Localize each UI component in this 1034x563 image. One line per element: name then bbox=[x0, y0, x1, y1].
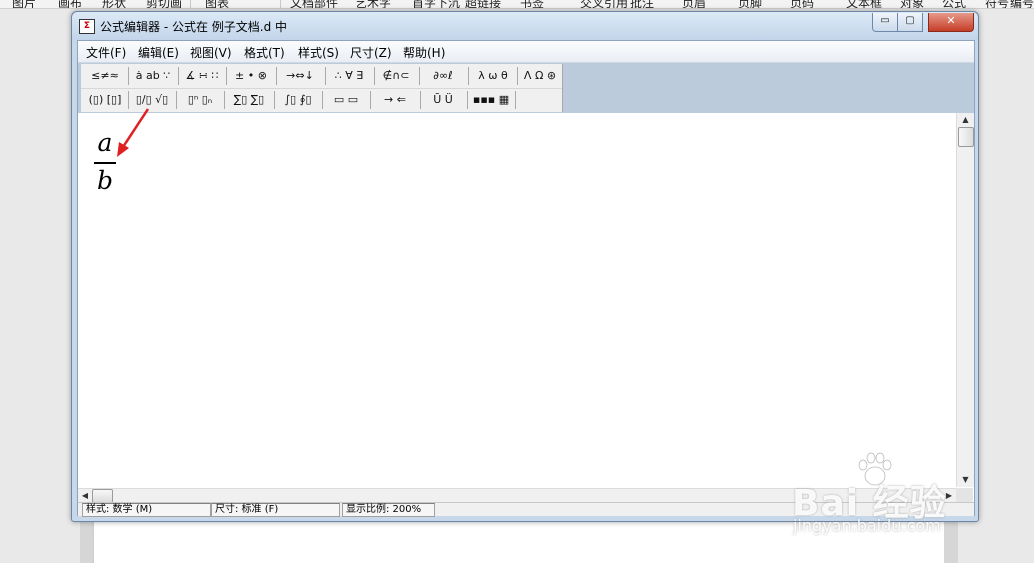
host-ribbon-item[interactable]: 文本框 bbox=[846, 0, 882, 8]
host-ribbon-item[interactable]: 页眉 bbox=[682, 0, 706, 8]
embellishments-button[interactable]: ∡ ∺ ∷ bbox=[181, 67, 223, 85]
menu-bar: 文件(F) 编辑(E) 视图(V) 格式(T) 样式(S) 尺寸(Z) 帮助(H… bbox=[78, 41, 974, 63]
host-ribbon-item[interactable]: 书签 bbox=[520, 0, 544, 8]
summation-templates-button[interactable]: ∑▯ ∑▯ bbox=[227, 91, 271, 109]
equation-editing-area[interactable]: a b bbox=[78, 113, 956, 488]
relation-symbols-button[interactable]: ≤≠≈ bbox=[85, 67, 125, 85]
host-ribbon-item[interactable]: 公式 bbox=[942, 0, 966, 8]
scrollbar-corner bbox=[956, 488, 973, 502]
toolbar-divider bbox=[178, 67, 179, 85]
status-zoom: 显示比例: 200% bbox=[342, 503, 435, 517]
toolbar-divider bbox=[515, 91, 516, 109]
toolbar-divider bbox=[468, 67, 469, 85]
watermark-site: jingyan.baidu.com bbox=[793, 516, 941, 535]
toolbar-divider bbox=[325, 67, 326, 85]
host-doc-gutter-right bbox=[944, 520, 958, 563]
fraction-bar bbox=[94, 162, 116, 164]
toolbar-divider bbox=[322, 91, 323, 109]
vertical-scroll-thumb[interactable] bbox=[958, 127, 974, 147]
annotation-arrow-shaft bbox=[121, 108, 150, 148]
matrix-templates-button[interactable]: ▪▪▪ ▦ bbox=[470, 91, 512, 109]
host-ribbon-item[interactable]: 图片 bbox=[12, 0, 36, 8]
logical-symbols-button[interactable]: ∴ ∀ ∃ bbox=[327, 67, 371, 85]
host-ribbon-divider bbox=[190, 0, 191, 8]
horizontal-scroll-thumb[interactable] bbox=[92, 489, 113, 503]
menu-view[interactable]: 视图(V) bbox=[190, 44, 232, 61]
bar-templates-button[interactable]: ▭ ▭ bbox=[325, 91, 367, 109]
host-ribbon-item[interactable]: 形状 bbox=[102, 0, 126, 8]
greek-uppercase-button[interactable]: Λ Ω ⊛ bbox=[519, 67, 561, 85]
host-doc-gutter-left bbox=[80, 520, 94, 563]
toolbar-divider bbox=[176, 91, 177, 109]
annotation-arrow-icon bbox=[117, 108, 150, 157]
labeled-arrow-button[interactable]: → ⇐ bbox=[373, 91, 417, 109]
host-ribbon-item[interactable]: 批注 bbox=[630, 0, 654, 8]
arrow-symbols-button[interactable]: →⇔↓ bbox=[278, 67, 322, 85]
menu-style[interactable]: 样式(S) bbox=[298, 44, 339, 61]
toolbar-row-symbols: ≤≠≈ ȧ ab ∵ ∡ ∺ ∷ ± • ⊗ →⇔↓ ∴ ∀ ∃ ∉∩⊂ ∂∞ℓ bbox=[81, 64, 562, 89]
title-bar[interactable]: Σ 公式编辑器 - 公式在 例子文档.d 中 ▭ ▢ ✕ bbox=[72, 12, 978, 40]
fraction-numerator[interactable]: a bbox=[94, 128, 116, 157]
status-size: 尺寸: 标准 (F) bbox=[211, 503, 340, 517]
menu-size[interactable]: 尺寸(Z) bbox=[350, 44, 392, 61]
integral-templates-button[interactable]: ∫▯ ∮▯ bbox=[277, 91, 319, 109]
toolbar-divider bbox=[128, 67, 129, 85]
toolbar-divider bbox=[224, 91, 225, 109]
window-client-area: 文件(F) 编辑(E) 视图(V) 格式(T) 样式(S) 尺寸(Z) 帮助(H… bbox=[77, 40, 975, 517]
greek-lowercase-button[interactable]: λ ω θ bbox=[471, 67, 515, 85]
host-ribbon-item[interactable]: 交叉引用 bbox=[580, 0, 628, 8]
equation-toolbar: ≤≠≈ ȧ ab ∵ ∡ ∺ ∷ ± • ⊗ →⇔↓ ∴ ∀ ∃ ∉∩⊂ ∂∞ℓ bbox=[81, 64, 563, 112]
toolbar-divider bbox=[467, 91, 468, 109]
host-ribbon-item[interactable]: 页码 bbox=[790, 0, 814, 8]
toolbar-divider bbox=[276, 67, 277, 85]
products-templates-button[interactable]: Ū Ü bbox=[423, 91, 463, 109]
fraction-denominator[interactable]: b bbox=[94, 166, 116, 195]
menu-help[interactable]: 帮助(H) bbox=[403, 44, 445, 61]
host-ribbon-item[interactable]: 图表 bbox=[205, 0, 229, 8]
menu-format[interactable]: 格式(T) bbox=[244, 44, 285, 61]
toolbar-divider bbox=[370, 91, 371, 109]
menu-file[interactable]: 文件(F) bbox=[86, 44, 126, 61]
minimize-button[interactable]: ▭ bbox=[872, 13, 898, 32]
host-ribbon-divider bbox=[910, 0, 911, 8]
host-ribbon-item[interactable]: 剪切画 bbox=[146, 0, 182, 8]
host-ribbon-item[interactable]: 艺术字 bbox=[355, 0, 391, 8]
menu-edit[interactable]: 编辑(E) bbox=[138, 44, 179, 61]
equation-app-icon: Σ bbox=[79, 19, 95, 34]
toolbar-divider bbox=[274, 91, 275, 109]
set-theory-button[interactable]: ∉∩⊂ bbox=[376, 67, 416, 85]
host-ribbon-item[interactable]: 页脚 bbox=[738, 0, 762, 8]
host-ribbon-item[interactable]: 画布 bbox=[58, 0, 82, 8]
host-ribbon-item[interactable]: 超链接 bbox=[465, 0, 501, 8]
scroll-down-arrow-icon[interactable]: ▼ bbox=[957, 473, 974, 486]
equation-editor-window: Σ 公式编辑器 - 公式在 例子文档.d 中 ▭ ▢ ✕ 文件(F) 编辑(E)… bbox=[71, 11, 979, 522]
annotation-arrow-head bbox=[117, 142, 129, 157]
toolbar-divider bbox=[419, 67, 420, 85]
host-ribbon: 图片 画布 形状 剪切画 图表 文档部件 艺术字 首字下沉 超链接 书签 交叉引用 批注 页眉 页脚 页码文… bbox=[0, 0, 1034, 9]
host-ribbon-item[interactable]: 符号 bbox=[985, 0, 1009, 8]
subscript-superscript-button[interactable]: ▯ⁿ ▯ₙ bbox=[179, 91, 221, 109]
maximize-button[interactable]: ▢ bbox=[897, 13, 923, 32]
scroll-up-arrow-icon[interactable]: ▲ bbox=[957, 113, 974, 126]
misc-symbols-button[interactable]: ∂∞ℓ bbox=[422, 67, 464, 85]
spaces-ellipses-button[interactable]: ȧ ab ∵ bbox=[131, 67, 175, 85]
host-ribbon-item[interactable]: 对象 bbox=[900, 0, 924, 8]
host-ribbon-item[interactable]: 文档部件 bbox=[290, 0, 338, 8]
host-ribbon-item[interactable]: 编号 bbox=[1010, 0, 1034, 8]
status-style: 样式: 数学 (M) bbox=[82, 503, 211, 517]
host-ribbon-divider bbox=[280, 0, 281, 8]
toolbar-area: ≤≠≈ ȧ ab ∵ ∡ ∺ ∷ ± • ⊗ →⇔↓ ∴ ∀ ∃ ∉∩⊂ ∂∞ℓ bbox=[78, 63, 974, 113]
window-title: 公式编辑器 - 公式在 例子文档.d 中 bbox=[100, 20, 288, 34]
toolbar-divider bbox=[374, 67, 375, 85]
toolbar-divider bbox=[517, 67, 518, 85]
scroll-left-arrow-icon[interactable]: ◀ bbox=[78, 489, 92, 503]
toolbar-divider bbox=[226, 67, 227, 85]
vertical-scrollbar[interactable]: ▲ ▼ bbox=[956, 113, 974, 487]
toolbar-divider bbox=[420, 91, 421, 109]
host-ribbon-divider bbox=[452, 0, 453, 8]
close-button[interactable]: ✕ bbox=[928, 13, 974, 32]
operator-symbols-button[interactable]: ± • ⊗ bbox=[229, 67, 273, 85]
